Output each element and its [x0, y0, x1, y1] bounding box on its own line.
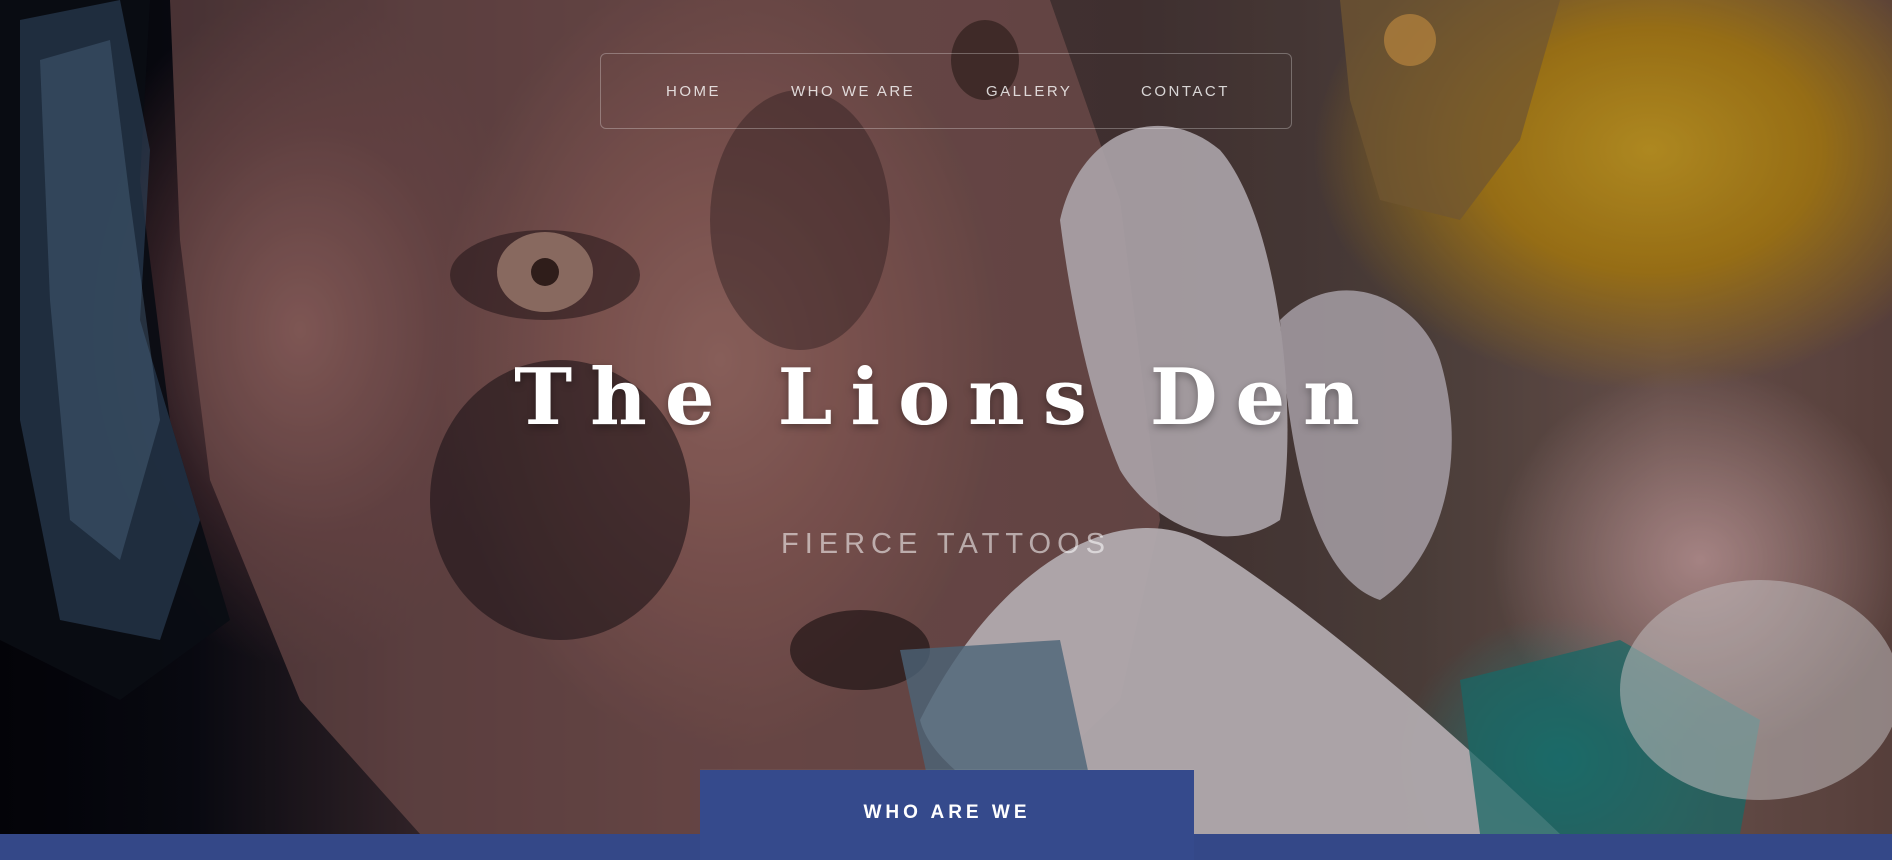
- nav-contact-link[interactable]: CONTACT: [1141, 54, 1230, 130]
- who-are-we-button[interactable]: WHO ARE WE: [700, 770, 1194, 860]
- hero-subtitle: FIERCE TATTOOS: [781, 528, 1111, 560]
- hero-title: The Lions Den: [514, 352, 1378, 443]
- main-nav: HOME WHO WE ARE GALLERY CONTACT: [600, 53, 1292, 129]
- nav-gallery-link[interactable]: GALLERY: [986, 54, 1072, 130]
- nav-home-link[interactable]: HOME: [666, 54, 721, 130]
- hero-section: HOME WHO WE ARE GALLERY CONTACT The Lion…: [0, 0, 1892, 834]
- nav-who-we-are-link[interactable]: WHO WE ARE: [791, 54, 915, 130]
